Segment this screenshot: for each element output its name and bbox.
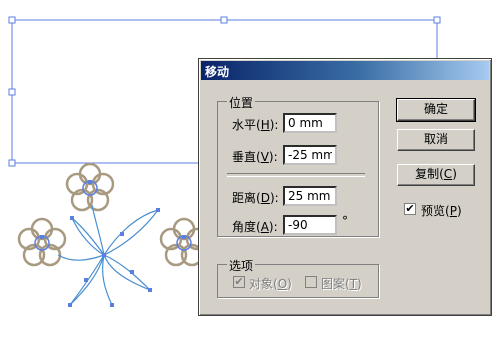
ok-button[interactable]: 确定 xyxy=(396,98,476,122)
dialog-title: 移动 xyxy=(205,65,230,79)
preview-label: 预览(P) xyxy=(421,204,462,218)
preview-checkbox[interactable]: ✔ xyxy=(404,203,416,215)
move-dialog[interactable]: 移动 位置 水平(H): 垂直(V): 距离(D): 角度(A): ° 选项 ✔… xyxy=(198,58,492,316)
vertical-label: 垂直(V): xyxy=(232,150,278,164)
objects-checkbox[interactable]: ✔ xyxy=(233,276,245,288)
distance-label: 距离(D): xyxy=(232,191,279,205)
angle-unit: ° xyxy=(342,214,348,228)
horizontal-input[interactable] xyxy=(283,113,337,133)
options-group-label: 选项 xyxy=(227,257,256,274)
position-separator xyxy=(227,173,365,177)
pattern-checkbox[interactable] xyxy=(305,276,317,288)
cancel-button[interactable]: 取消 xyxy=(397,129,475,151)
position-group-label: 位置 xyxy=(227,94,256,111)
angle-input[interactable] xyxy=(283,215,337,235)
vertical-input[interactable] xyxy=(283,145,337,165)
pattern-label: 图案(T) xyxy=(321,277,362,291)
flower-2 xyxy=(17,217,67,267)
copy-button[interactable]: 复制(C) xyxy=(397,164,475,186)
objects-label: 对象(O) xyxy=(249,277,292,291)
angle-label: 角度(A): xyxy=(232,220,278,234)
dialog-titlebar[interactable]: 移动 xyxy=(201,61,489,80)
anchor-points xyxy=(40,180,186,307)
distance-input[interactable] xyxy=(283,186,337,206)
flower-1 xyxy=(65,162,115,212)
horizontal-label: 水平(H): xyxy=(232,118,279,132)
